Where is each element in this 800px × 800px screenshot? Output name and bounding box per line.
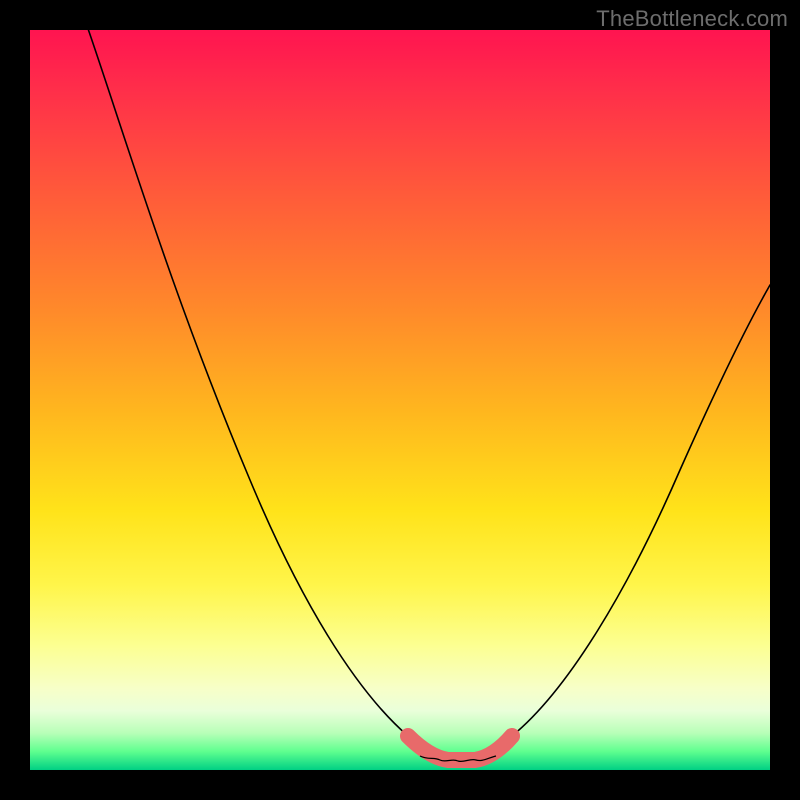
curve-left-arm <box>85 20 408 736</box>
plot-area <box>30 30 770 770</box>
curve-svg <box>30 30 770 770</box>
watermark-text: TheBottleneck.com <box>596 6 788 32</box>
trough-highlight <box>408 736 512 760</box>
chart-frame: TheBottleneck.com <box>0 0 800 800</box>
curve-right-arm <box>512 285 770 736</box>
